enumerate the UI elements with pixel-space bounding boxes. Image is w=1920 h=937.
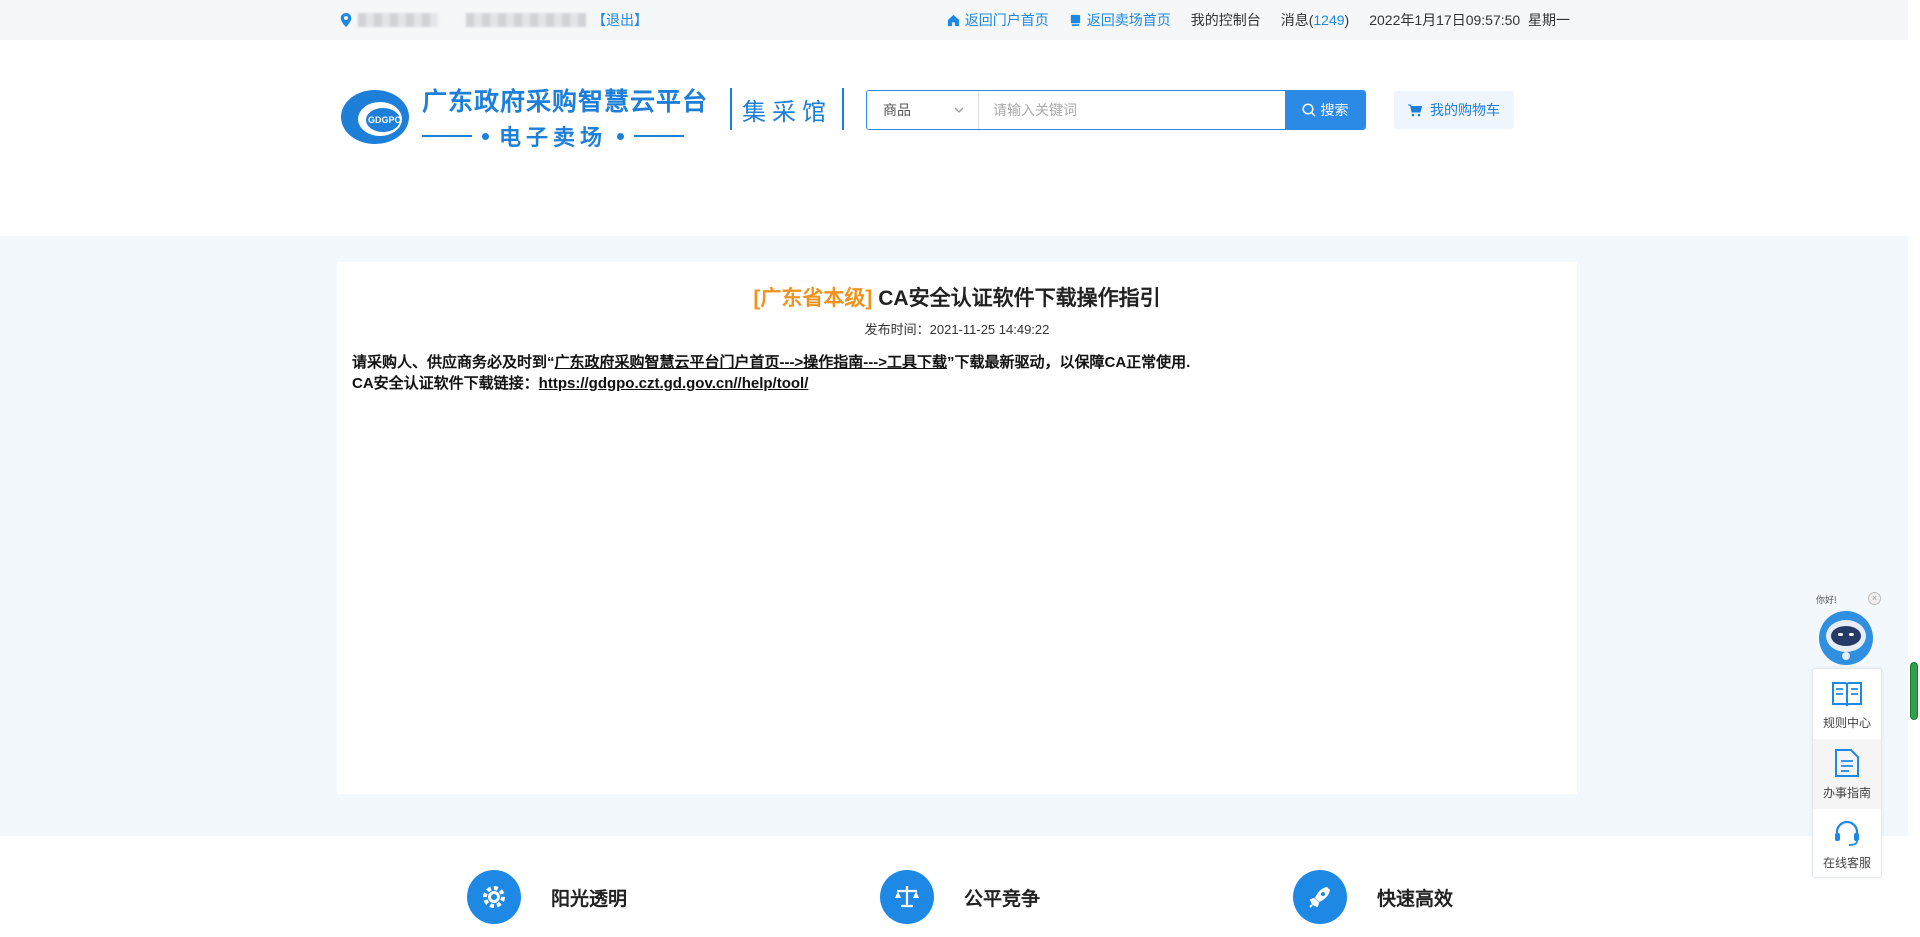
logo-left-line — [422, 135, 472, 137]
features-row: 阳光透明 公平竞争 快速高效 — [0, 836, 1920, 937]
logo-badge-text: GDGPO — [368, 115, 402, 125]
document-icon — [1835, 749, 1859, 777]
header: GDGPO 广东政府采购智慧云平台 电子卖场 集采馆 商品 搜索 我的购物车 — [0, 40, 1920, 236]
message-count: 1249 — [1313, 12, 1345, 28]
feature-transparent: 阳光透明 — [467, 870, 627, 924]
scrollbar-thumb[interactable] — [1910, 662, 1918, 720]
logo-title: 广东政府采购智慧云平台 — [422, 88, 709, 116]
side-menu: 规则中心 办事指南 在线客服 — [1812, 668, 1882, 878]
redacted-location — [358, 13, 438, 27]
hall-label: 集采馆 — [730, 88, 844, 130]
site-logo[interactable]: GDGPO 广东政府采购智慧云平台 电子卖场 — [340, 82, 708, 152]
logo-subtitle: 电子卖场 — [499, 125, 608, 150]
rocket-icon — [1309, 887, 1330, 908]
datetime: 2022年1月17日09:57:50 星期一 — [1369, 12, 1570, 28]
gdgpo-logo-icon: GDGPO — [341, 90, 409, 144]
portal-home-link[interactable]: 返回门户首页 — [947, 10, 1049, 30]
search-icon — [1301, 103, 1316, 117]
article-line-2: CA安全认证软件下载链接：https://gdgpo.czt.gd.gov.cn… — [352, 375, 809, 392]
user-info: 【退出】 — [340, 10, 648, 30]
home-icon — [947, 14, 959, 26]
gear-icon — [483, 886, 505, 908]
logo-right-dot — [617, 132, 625, 140]
cart-icon — [1408, 104, 1422, 116]
search-input[interactable] — [979, 91, 1285, 129]
headset-icon — [1835, 820, 1859, 846]
store-home-link[interactable]: 返回卖场首页 — [1069, 10, 1171, 30]
console-link[interactable]: 我的控制台 — [1191, 10, 1261, 30]
scrollbar-track[interactable] — [1908, 0, 1920, 937]
feature-fair: 公平竞争 — [880, 870, 1040, 924]
cart-button[interactable]: 我的购物车 — [1394, 91, 1514, 129]
store-icon — [1070, 14, 1080, 26]
search-bar: 商品 搜索 — [866, 90, 1366, 130]
article-title: [广东省本级] CA安全认证软件下载操作指引 — [753, 287, 1161, 310]
messages-link[interactable]: 消息(1249) — [1281, 10, 1350, 30]
logo-left-dot — [482, 132, 489, 140]
robot-assistant-icon[interactable] — [1816, 610, 1876, 666]
logout-link[interactable]: 【退出】 — [592, 10, 648, 30]
chevron-down-icon — [954, 107, 964, 113]
side-item-guide[interactable]: 办事指南 — [1813, 739, 1881, 809]
book-icon — [1832, 682, 1862, 707]
article-body: 请采购人、供应商务必及时到“广东政府采购智慧云平台门户首页--->操作指南---… — [352, 352, 1190, 394]
search-category-select[interactable]: 商品 — [867, 91, 979, 129]
top-bar: 【退出】 返回门户首页 返回卖场首页 我的控制台 消息(1249) 2022年1… — [0, 0, 1920, 40]
robot-greeting: 你好! — [1816, 595, 1837, 605]
article-line-1: 请采购人、供应商务必及时到“广东政府采购智慧云平台门户首页--->操作指南---… — [352, 354, 1191, 371]
side-item-rules[interactable]: 规则中心 — [1813, 669, 1881, 739]
location-pin-icon — [340, 13, 352, 27]
logo-right-line — [634, 135, 685, 137]
article-card: [广东省本级] CA安全认证软件下载操作指引 发布时间：2021-11-25 1… — [337, 262, 1577, 794]
feature-efficient: 快速高效 — [1293, 870, 1453, 924]
redacted-username — [466, 13, 586, 27]
download-link[interactable]: https://gdgpo.czt.gd.gov.cn//help/tool/ — [539, 375, 809, 392]
scale-icon — [895, 886, 919, 908]
article-publish-time: 发布时间：2021-11-25 14:49:22 — [864, 322, 1050, 337]
side-item-support[interactable]: 在线客服 — [1813, 809, 1881, 879]
search-button[interactable]: 搜索 — [1285, 91, 1365, 129]
article-region: [广东省本级] — [753, 287, 873, 310]
guide-link[interactable]: 广东政府采购智慧云平台门户首页--->操作指南--->工具下载 — [555, 354, 948, 371]
robot-close-button[interactable]: × — [1868, 592, 1881, 605]
